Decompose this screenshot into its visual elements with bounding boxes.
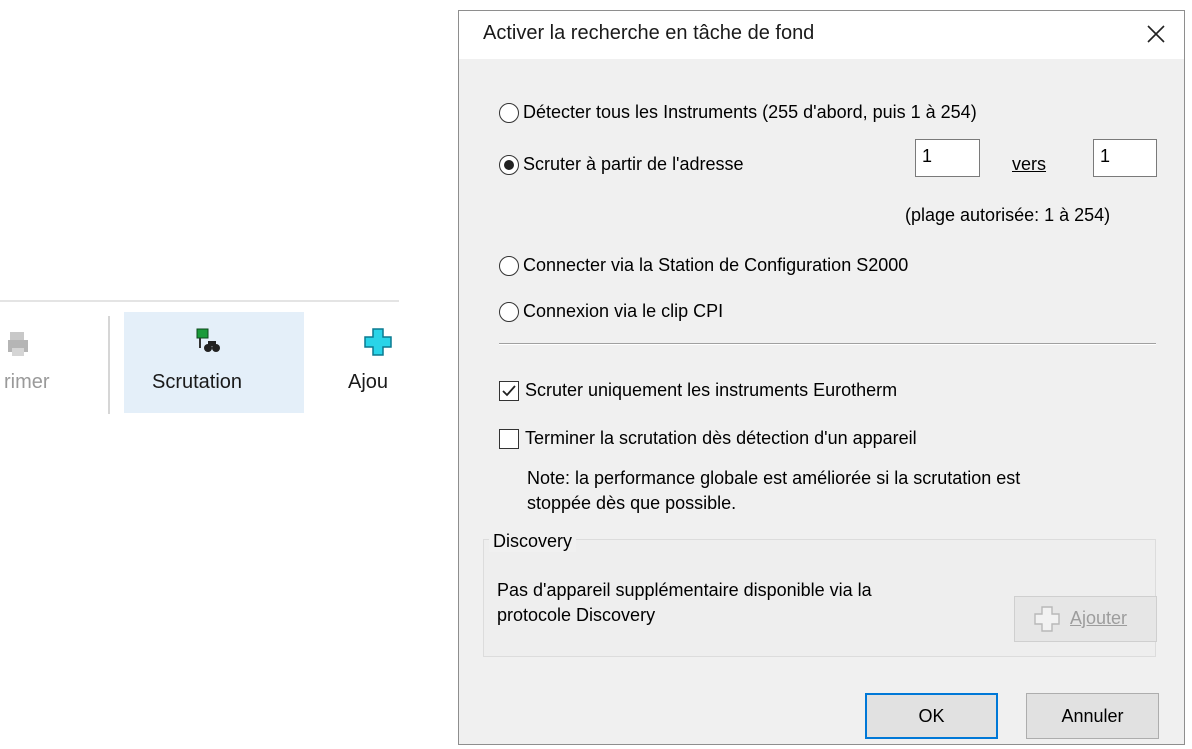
discovery-add-button[interactable]: Ajouter (1014, 596, 1157, 642)
close-button[interactable] (1128, 11, 1184, 59)
dialog-body: Détecter tous les Instruments (255 d'abo… (459, 59, 1184, 744)
toolbar-top-border (0, 300, 399, 302)
toolbar-separator (108, 316, 110, 414)
address-to-input[interactable]: 1 (1093, 139, 1157, 177)
range-hint: (plage autorisée: 1 à 254) (905, 205, 1111, 225)
discovery-message-line-1: Pas d'appareil supplémentaire disponible… (497, 580, 872, 600)
radio-detect-all[interactable] (499, 103, 519, 123)
dialog-titlebar: Activer la recherche en tâche de fond (459, 11, 1184, 59)
radio-connect-cpi-label[interactable]: Connexion via le clip CPI (523, 301, 723, 322)
discovery-message-line-2: protocole Discovery (497, 605, 656, 625)
print-button-label: rimer (4, 371, 50, 393)
background-scan-dialog: Activer la recherche en tâche de fond Dé… (458, 10, 1185, 745)
checkmark-icon (502, 385, 516, 397)
radio-connect-cpi[interactable] (499, 302, 519, 322)
scan-button[interactable]: Scrutation (124, 312, 304, 413)
checkbox-eurotherm-only[interactable] (499, 381, 519, 401)
close-icon (1147, 25, 1165, 43)
radio-detect-all-label[interactable]: Détecter tous les Instruments (255 d'abo… (523, 102, 977, 123)
radio-scan-from-label[interactable]: Scruter à partir de l'adresse (523, 154, 744, 175)
add-button-label: Ajou (348, 371, 389, 393)
dialog-title: Activer la recherche en tâche de fond (483, 22, 815, 44)
printer-icon (8, 332, 28, 356)
add-plus-icon (1034, 606, 1060, 632)
radio-connect-station-label[interactable]: Connecter via la Station de Configuratio… (523, 255, 908, 276)
checkbox-stop-on-detect-label[interactable]: Terminer la scrutation dès détection d'u… (525, 428, 917, 449)
radio-scan-from[interactable] (499, 155, 519, 175)
discovery-add-button-label: Ajouter (1070, 608, 1128, 628)
section-divider-highlight (499, 344, 1156, 345)
note-line-1: Note: la performance globale est amélior… (527, 468, 1021, 488)
ok-button[interactable]: OK (865, 693, 998, 739)
address-from-input[interactable]: 1 (915, 139, 980, 177)
cancel-button[interactable]: Annuler (1026, 693, 1159, 739)
checkbox-stop-on-detect[interactable] (499, 429, 519, 449)
scan-button-label: Scrutation (152, 371, 243, 393)
ribbon-toolbar: rimer Scrutation Ajou (0, 300, 399, 420)
vers-label: vers (1012, 154, 1047, 174)
radio-connect-station[interactable] (499, 256, 519, 276)
checkbox-eurotherm-only-label[interactable]: Scruter uniquement les instruments Eurot… (525, 380, 897, 401)
add-plus-icon (364, 328, 392, 356)
discovery-legend: Discovery (489, 531, 577, 552)
print-button[interactable]: rimer (0, 312, 96, 413)
scan-binoculars-icon (196, 328, 220, 352)
add-button[interactable]: Ajou (336, 312, 399, 413)
note-line-2: stoppée dès que possible. (527, 493, 737, 513)
